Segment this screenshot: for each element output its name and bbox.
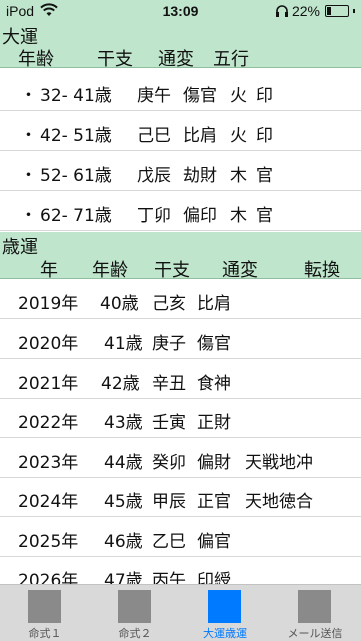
taiun-gogyo: 火 bbox=[230, 86, 247, 106]
tab-icon bbox=[28, 590, 61, 623]
tab-send-mail[interactable]: メール送信 bbox=[270, 585, 360, 641]
saiun-row[interactable]: 2019年 40歳 己亥 比肩 bbox=[0, 279, 361, 319]
saiun-row[interactable]: 2025年 46歳 乙巳 偏官 bbox=[0, 517, 361, 557]
saiun-age: 44歳 bbox=[104, 453, 143, 473]
taiun-gogyo: 火 bbox=[230, 126, 247, 146]
taiun-age: 52- 61歳 bbox=[40, 166, 112, 186]
taiun-row[interactable]: ・ 52- 61歳 戊辰 劫財 木 官 bbox=[0, 151, 361, 191]
taiun-col-age: 年齢 bbox=[18, 49, 54, 70]
tab-label: 命式１ bbox=[28, 627, 62, 640]
tab-taiun-saiun[interactable]: 大運歳運 bbox=[180, 585, 270, 641]
saiun-year: 2025年 bbox=[18, 532, 79, 552]
saiun-kanshi: 辛丑 bbox=[152, 374, 186, 394]
saiun-age: 43歳 bbox=[104, 413, 143, 433]
saiun-tsuhen: 比肩 bbox=[197, 294, 231, 314]
saiun-year: 2019年 bbox=[18, 294, 79, 314]
saiun-row[interactable]: 2020年 41歳 庚子 傷官 bbox=[0, 319, 361, 359]
taiun-tsuhen: 劫財 bbox=[183, 166, 217, 186]
tab-label: 大運歳運 bbox=[203, 627, 247, 640]
taiun-col-gogyo: 五行 bbox=[213, 49, 249, 70]
taiun-bullet: ・ bbox=[20, 166, 37, 186]
saiun-row[interactable]: 2021年 42歳 辛丑 食神 bbox=[0, 359, 361, 399]
battery-icon bbox=[325, 5, 349, 17]
taiun-age: 62- 71歳 bbox=[40, 206, 112, 226]
saiun-age: 46歳 bbox=[104, 532, 143, 552]
taiun-extra: 官 bbox=[256, 166, 273, 186]
saiun-row[interactable]: 2024年 45歳 甲辰 正官 天地徳合 bbox=[0, 477, 361, 517]
saiun-row[interactable]: 2022年 43歳 壬寅 正財 bbox=[0, 398, 361, 438]
saiun-year: 2020年 bbox=[18, 334, 79, 354]
taiun-kanshi: 己巳 bbox=[137, 126, 171, 146]
taiun-row[interactable]: ・ 32- 41歳 庚午 傷官 火 印 bbox=[0, 71, 361, 111]
taiun-gogyo: 木 bbox=[230, 166, 247, 186]
saiun-tsuhen: 正官 bbox=[197, 492, 231, 512]
saiun-age: 41歳 bbox=[104, 334, 143, 354]
saiun-tsuhen: 食神 bbox=[197, 374, 231, 394]
saiun-tsuhen: 偏財 bbox=[197, 453, 231, 473]
taiun-row[interactable]: ・ 62- 71歳 丁卯 偏印 木 官 bbox=[0, 191, 361, 231]
saiun-kanshi: 己亥 bbox=[152, 294, 186, 314]
saiun-title: 歳運 bbox=[2, 237, 38, 258]
tab-icon bbox=[118, 590, 151, 623]
saiun-age: 45歳 bbox=[104, 492, 143, 512]
taiun-row[interactable]: ・ 42- 51歳 己巳 比肩 火 印 bbox=[0, 111, 361, 151]
saiun-tenkan: 天地徳合 bbox=[245, 492, 313, 512]
saiun-kanshi: 壬寅 bbox=[152, 413, 186, 433]
taiun-extra: 官 bbox=[256, 206, 273, 226]
saiun-header: 歳運 年 年齢 干支 通変 転換 bbox=[0, 232, 361, 281]
saiun-kanshi: 甲辰 bbox=[152, 492, 186, 512]
saiun-age: 40歳 bbox=[100, 294, 139, 314]
saiun-year: 2024年 bbox=[18, 492, 79, 512]
tab-icon bbox=[298, 590, 331, 623]
tab-icon bbox=[208, 590, 241, 623]
taiun-extra: 印 bbox=[256, 126, 273, 146]
taiun-bullet: ・ bbox=[20, 206, 37, 226]
headphones-icon bbox=[275, 5, 288, 17]
taiun-kanshi: 戊辰 bbox=[137, 166, 171, 186]
taiun-tsuhen: 比肩 bbox=[183, 126, 217, 146]
tab-meishiki-1[interactable]: 命式１ bbox=[0, 585, 90, 641]
saiun-year: 2022年 bbox=[18, 413, 79, 433]
taiun-tsuhen: 傷官 bbox=[183, 86, 217, 106]
taiun-kanshi: 庚午 bbox=[137, 86, 171, 106]
taiun-tsuhen: 偏印 bbox=[183, 206, 217, 226]
taiun-bullet: ・ bbox=[20, 86, 37, 106]
taiun-age: 32- 41歳 bbox=[40, 86, 112, 106]
saiun-kanshi: 癸卯 bbox=[152, 453, 186, 473]
taiun-kanshi: 丁卯 bbox=[137, 206, 171, 226]
saiun-row[interactable]: 2023年 44歳 癸卯 偏財 天戦地冲 bbox=[0, 438, 361, 478]
tab-bar: 命式１ 命式２ 大運歳運 メール送信 bbox=[0, 584, 361, 641]
tab-meishiki-2[interactable]: 命式２ bbox=[90, 585, 180, 641]
status-right: 22% bbox=[275, 3, 355, 19]
saiun-year: 2023年 bbox=[18, 453, 79, 473]
taiun-gogyo: 木 bbox=[230, 206, 247, 226]
tab-label: 命式２ bbox=[118, 627, 152, 640]
battery-percent: 22% bbox=[291, 3, 320, 19]
taiun-col-tsuhen: 通変 bbox=[158, 49, 194, 70]
saiun-year: 2021年 bbox=[18, 374, 79, 394]
saiun-tsuhen: 偏官 bbox=[197, 532, 231, 552]
tab-label: メール送信 bbox=[287, 627, 343, 640]
saiun-tenkan: 天戦地冲 bbox=[245, 453, 313, 473]
taiun-age: 42- 51歳 bbox=[40, 126, 112, 146]
saiun-kanshi: 庚子 bbox=[152, 334, 186, 354]
taiun-header: 大運 年齢 干支 通変 五行 bbox=[0, 22, 361, 70]
saiun-kanshi: 乙巳 bbox=[152, 532, 186, 552]
status-bar: iPod 13:09 22% bbox=[0, 0, 361, 22]
taiun-bullet: ・ bbox=[20, 126, 37, 146]
saiun-age: 42歳 bbox=[101, 374, 140, 394]
saiun-tsuhen: 正財 bbox=[197, 413, 231, 433]
saiun-tsuhen: 傷官 bbox=[197, 334, 231, 354]
taiun-extra: 印 bbox=[256, 86, 273, 106]
taiun-col-kanshi: 干支 bbox=[97, 49, 133, 70]
